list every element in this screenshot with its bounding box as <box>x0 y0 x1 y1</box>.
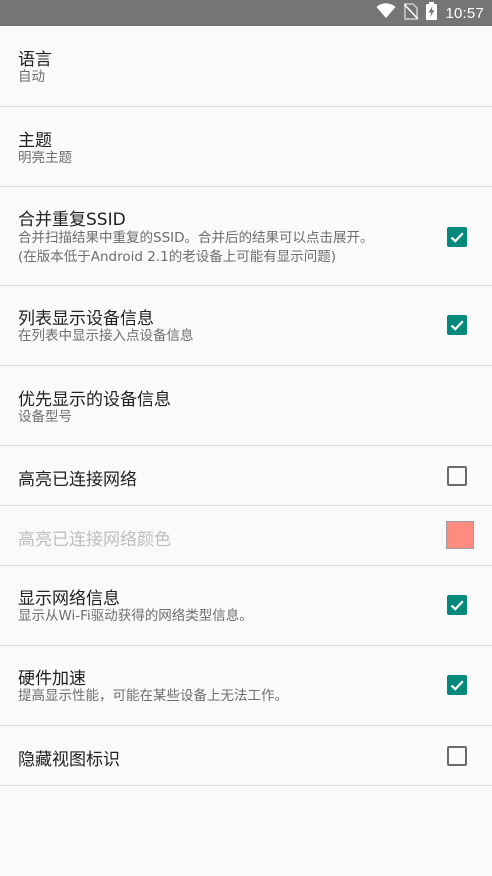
setting-title: 硬件加速 <box>18 669 86 689</box>
settings-list: 语言 自动 主题 明亮主题 合并重复SSID 合并扫描结果中重复的SSID。合并… <box>0 26 492 786</box>
setting-language[interactable]: 语言 自动 <box>0 26 492 107</box>
hardware-acceleration-checkbox[interactable] <box>447 675 467 695</box>
show-device-info-checkbox[interactable] <box>447 315 467 335</box>
setting-title: 主题 <box>18 131 52 151</box>
no-sim-icon <box>403 2 420 24</box>
setting-summary: 自动 <box>18 69 45 85</box>
setting-preferred-device-info[interactable]: 优先显示的设备信息 设备型号 <box>0 366 492 446</box>
hide-view-id-checkbox[interactable] <box>447 746 467 766</box>
battery-charging-icon <box>426 2 438 24</box>
highlight-connected-checkbox[interactable] <box>447 466 467 486</box>
setting-title: 列表显示设备信息 <box>18 309 154 329</box>
setting-theme[interactable]: 主题 明亮主题 <box>0 107 492 187</box>
status-time: 10:57 <box>445 4 484 22</box>
setting-title: 隐藏视图标识 <box>18 750 120 770</box>
show-network-info-checkbox[interactable] <box>447 595 467 615</box>
setting-title: 合并重复SSID <box>18 210 126 230</box>
setting-summary: 在列表中显示接入点设备信息 <box>18 328 194 344</box>
setting-summary: 设备型号 <box>18 409 72 425</box>
setting-title: 高亮已连接网络颜色 <box>18 530 171 550</box>
setting-summary-line1: 合并扫描结果中重复的SSID。合并后的结果可以点击展开。 <box>18 230 374 246</box>
setting-summary: 提高显示性能，可能在某些设备上无法工作。 <box>18 688 288 704</box>
setting-show-network-info[interactable]: 显示网络信息 显示从Wi-Fi驱动获得的网络类型信息。 <box>0 566 492 646</box>
setting-title: 高亮已连接网络 <box>18 470 137 490</box>
setting-title: 优先显示的设备信息 <box>18 390 171 410</box>
status-bar: 10:57 <box>0 0 492 26</box>
setting-hardware-acceleration[interactable]: 硬件加速 提高显示性能，可能在某些设备上无法工作。 <box>0 646 492 726</box>
setting-highlight-color: 高亮已连接网络颜色 <box>0 506 492 566</box>
setting-title: 语言 <box>18 50 52 70</box>
merge-ssid-checkbox[interactable] <box>447 227 467 247</box>
status-icons: 10:57 <box>376 0 484 26</box>
setting-hide-view-id[interactable]: 隐藏视图标识 <box>0 726 492 786</box>
setting-merge-ssid[interactable]: 合并重复SSID 合并扫描结果中重复的SSID。合并后的结果可以点击展开。 (在… <box>0 187 492 286</box>
setting-summary-line2: (在版本低于Android 2.1的老设备上可能有显示问题) <box>18 249 336 265</box>
setting-summary: 明亮主题 <box>18 150 72 166</box>
wifi-icon <box>376 3 396 23</box>
setting-title: 显示网络信息 <box>18 589 120 609</box>
setting-highlight-connected[interactable]: 高亮已连接网络 <box>0 446 492 506</box>
setting-show-device-info[interactable]: 列表显示设备信息 在列表中显示接入点设备信息 <box>0 286 492 366</box>
color-swatch <box>446 521 474 549</box>
setting-summary: 显示从Wi-Fi驱动获得的网络类型信息。 <box>18 608 253 624</box>
